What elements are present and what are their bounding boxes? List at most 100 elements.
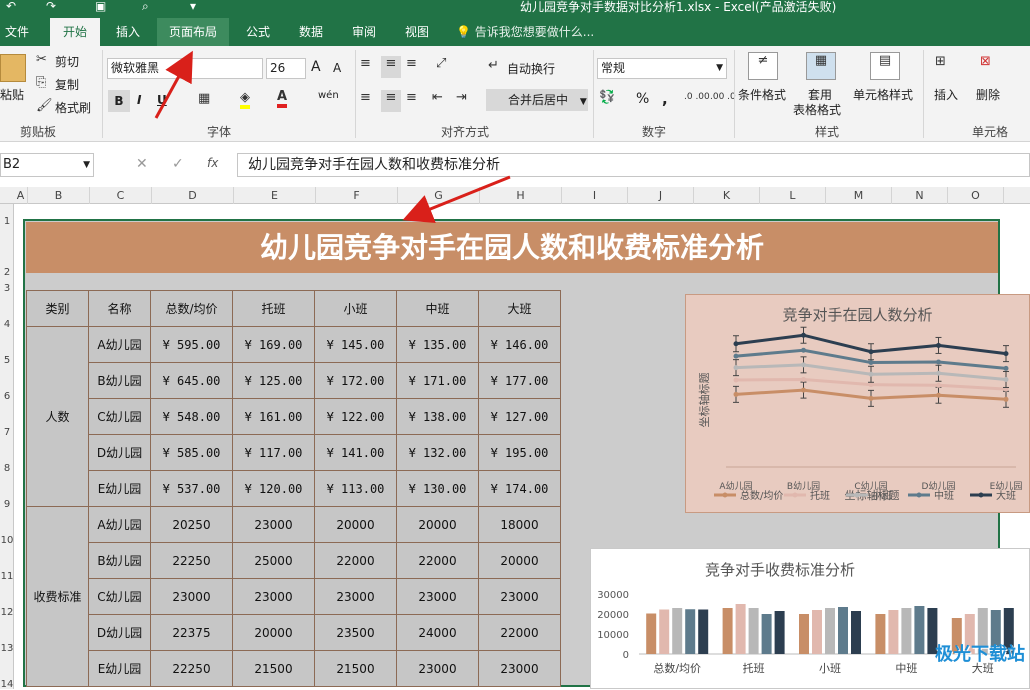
row-header-7[interactable]: 7: [0, 427, 14, 438]
delete-cells-icon[interactable]: ⊠: [980, 54, 991, 69]
insert-cells-button[interactable]: 插入: [934, 86, 958, 103]
value-cell[interactable]: 20000: [478, 542, 561, 579]
value-cell[interactable]: 22000: [396, 542, 479, 579]
column-header-O[interactable]: O: [948, 187, 1004, 204]
undo-icon[interactable]: ↶: [6, 0, 16, 12]
value-cell[interactable]: 23500: [314, 614, 397, 651]
header-cell[interactable]: 大班: [478, 290, 561, 327]
value-cell[interactable]: ¥ 122.00: [314, 398, 397, 435]
shrink-font-button[interactable]: A: [333, 61, 341, 75]
column-header-K[interactable]: K: [694, 187, 760, 204]
value-cell[interactable]: ¥ 585.00: [150, 434, 233, 471]
row-header-9[interactable]: 9: [0, 499, 14, 510]
cell-styles-icon[interactable]: ▤: [870, 52, 900, 80]
name-cell[interactable]: E幼儿园: [88, 470, 151, 507]
column-header-D[interactable]: D: [152, 187, 234, 204]
value-cell[interactable]: ¥ 120.00: [232, 470, 315, 507]
name-cell[interactable]: D幼儿园: [88, 614, 151, 651]
font-color-icon[interactable]: A: [277, 89, 288, 108]
value-cell[interactable]: 21500: [232, 650, 315, 687]
value-cell[interactable]: 23000: [232, 578, 315, 615]
row-header-6[interactable]: 6: [0, 391, 14, 402]
row-header-1[interactable]: 1: [0, 216, 14, 227]
column-header-L[interactable]: L: [760, 187, 826, 204]
underline-button[interactable]: U: [157, 93, 167, 107]
align-bottom-icon[interactable]: ≡: [406, 56, 417, 71]
number-format-select[interactable]: 常规 ▼: [597, 58, 727, 79]
row-header-14[interactable]: 14: [0, 679, 14, 690]
sheet-title[interactable]: 幼儿园竞争对手在园人数和收费标准分析: [26, 222, 998, 273]
format-painter-button[interactable]: 格式刷: [55, 99, 91, 116]
column-header-I[interactable]: I: [562, 187, 628, 204]
value-cell[interactable]: 22000: [478, 614, 561, 651]
row-header-4[interactable]: 4: [0, 319, 14, 330]
tab-data[interactable]: 数据: [287, 18, 335, 46]
row-header-8[interactable]: 8: [0, 463, 14, 474]
column-header-A[interactable]: A: [14, 187, 28, 204]
value-cell[interactable]: ¥ 130.00: [396, 470, 479, 507]
copy-icon[interactable]: ⎘: [36, 75, 46, 90]
value-cell[interactable]: 23000: [150, 578, 233, 615]
header-cell[interactable]: 托班: [232, 290, 315, 327]
conditional-format-icon[interactable]: ≠: [748, 52, 778, 80]
name-cell[interactable]: A幼儿园: [88, 326, 151, 363]
increase-decimal-icon[interactable]: .0 .00: [684, 92, 710, 102]
wrap-text-button[interactable]: 自动换行: [507, 60, 555, 77]
cell-styles-button[interactable]: 单元格样式: [853, 86, 913, 103]
format-painter-icon[interactable]: 🖌: [36, 98, 53, 113]
value-cell[interactable]: 23000: [232, 506, 315, 543]
print-preview-icon[interactable]: ⌕: [142, 0, 149, 12]
column-header-F[interactable]: F: [316, 187, 398, 204]
value-cell[interactable]: 20000: [314, 506, 397, 543]
tab-insert[interactable]: 插入: [104, 18, 152, 46]
decrease-indent-icon[interactable]: ⇤: [432, 90, 443, 105]
paste-icon[interactable]: [0, 54, 26, 82]
value-cell[interactable]: 25000: [232, 542, 315, 579]
comma-button[interactable]: ,: [662, 90, 668, 108]
value-cell[interactable]: ¥ 146.00: [478, 326, 561, 363]
align-left-icon[interactable]: ≡: [360, 90, 371, 105]
percent-button[interactable]: %: [636, 91, 649, 107]
value-cell[interactable]: ¥ 171.00: [396, 362, 479, 399]
value-cell[interactable]: 20000: [232, 614, 315, 651]
value-cell[interactable]: ¥ 145.00: [314, 326, 397, 363]
name-cell[interactable]: A幼儿园: [88, 506, 151, 543]
value-cell[interactable]: ¥ 595.00: [150, 326, 233, 363]
tell-me-box[interactable]: 💡 告诉我您想要做什么...: [456, 18, 594, 46]
tab-review[interactable]: 审阅: [340, 18, 388, 46]
value-cell[interactable]: ¥ 177.00: [478, 362, 561, 399]
align-right-icon[interactable]: ≡: [406, 90, 417, 105]
font-size-select[interactable]: 26: [266, 58, 306, 79]
format-as-table-button-line2[interactable]: 表格格式: [793, 101, 841, 118]
value-cell[interactable]: ¥ 548.00: [150, 398, 233, 435]
value-cell[interactable]: 23000: [478, 650, 561, 687]
value-cell[interactable]: ¥ 127.00: [478, 398, 561, 435]
cancel-icon[interactable]: ✕: [136, 156, 148, 172]
insert-function-icon[interactable]: fx: [207, 156, 218, 170]
value-cell[interactable]: ¥ 138.00: [396, 398, 479, 435]
tab-home[interactable]: 开始: [50, 18, 100, 46]
format-as-table-icon[interactable]: ▦: [806, 52, 836, 80]
row-header-11[interactable]: 11: [0, 571, 14, 582]
customize-toolbar-icon[interactable]: ▾: [190, 0, 196, 12]
delete-cells-button[interactable]: 删除: [976, 86, 1000, 103]
column-header-N[interactable]: N: [892, 187, 948, 204]
row-header-10[interactable]: 10: [0, 535, 14, 546]
paste-button[interactable]: 粘贴: [0, 86, 24, 103]
merge-center-button[interactable]: 合并后居中 ▼: [486, 89, 588, 111]
value-cell[interactable]: ¥ 135.00: [396, 326, 479, 363]
align-middle-icon[interactable]: ≡: [381, 56, 401, 78]
value-cell[interactable]: 20000: [396, 506, 479, 543]
conditional-format-button[interactable]: 条件格式: [738, 86, 786, 103]
column-header-C[interactable]: C: [90, 187, 152, 204]
name-cell[interactable]: B幼儿园: [88, 362, 151, 399]
category-cell[interactable]: 收费标准: [26, 506, 89, 687]
value-cell[interactable]: ¥ 117.00: [232, 434, 315, 471]
value-cell[interactable]: 22250: [150, 650, 233, 687]
cut-icon[interactable]: ✂: [36, 52, 47, 67]
header-cell[interactable]: 名称: [88, 290, 151, 327]
column-header-M[interactable]: M: [826, 187, 892, 204]
insert-cells-icon[interactable]: ⊞: [935, 54, 946, 69]
tab-view[interactable]: 视图: [393, 18, 441, 46]
category-cell[interactable]: 人数: [26, 326, 89, 507]
